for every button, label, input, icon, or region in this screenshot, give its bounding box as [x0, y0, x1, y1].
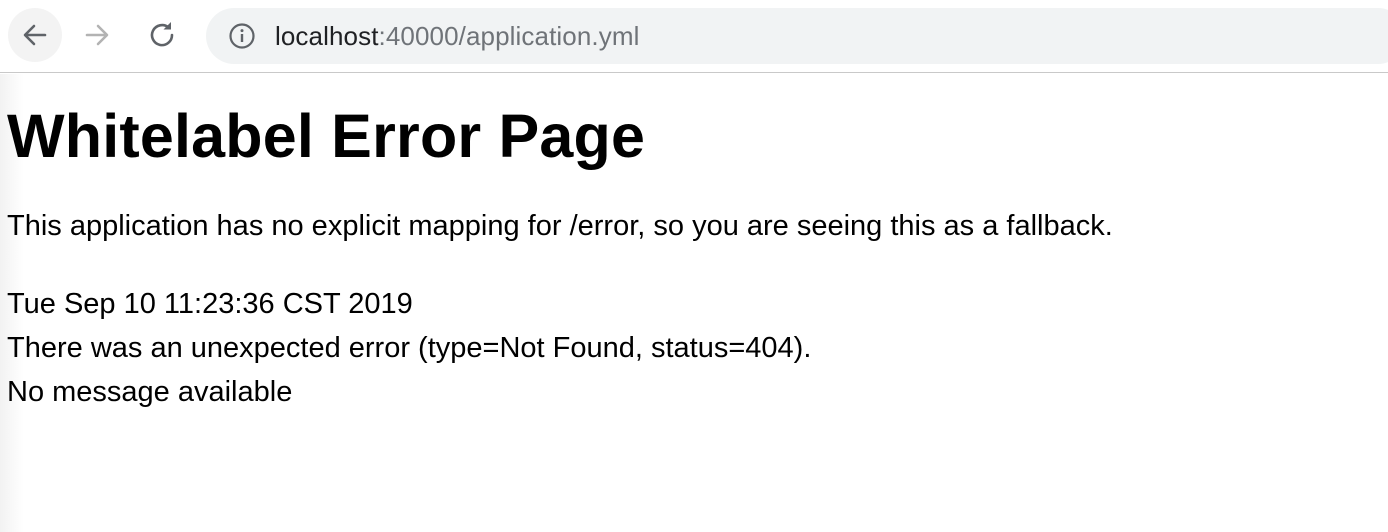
address-bar[interactable]: localhost:40000/application.yml — [206, 8, 1388, 64]
address-url[interactable]: localhost:40000/application.yml — [275, 21, 639, 51]
page-content: Whitelabel Error Page This application h… — [7, 74, 1377, 414]
url-host: localhost — [275, 21, 379, 51]
arrow-right-icon — [85, 24, 109, 46]
info-icon[interactable] — [228, 22, 256, 50]
forward-button[interactable] — [70, 8, 124, 62]
error-details: Tue Sep 10 11:23:36 CST 2019 There was a… — [7, 282, 1377, 414]
error-explanation: This application has no explicit mapping… — [7, 210, 1113, 242]
arrow-left-icon — [23, 24, 47, 46]
reload-button[interactable] — [135, 8, 189, 62]
error-message: No message available — [7, 376, 293, 408]
error-timestamp: Tue Sep 10 11:23:36 CST 2019 — [7, 288, 413, 320]
page-title: Whitelabel Error Page — [7, 102, 646, 170]
url-path: :40000/application.yml — [378, 21, 640, 51]
back-button[interactable] — [8, 8, 62, 62]
reload-icon — [150, 22, 174, 47]
error-type-status: There was an unexpected error (type=Not … — [7, 332, 812, 364]
browser-toolbar: localhost:40000/application.yml — [0, 0, 1388, 73]
